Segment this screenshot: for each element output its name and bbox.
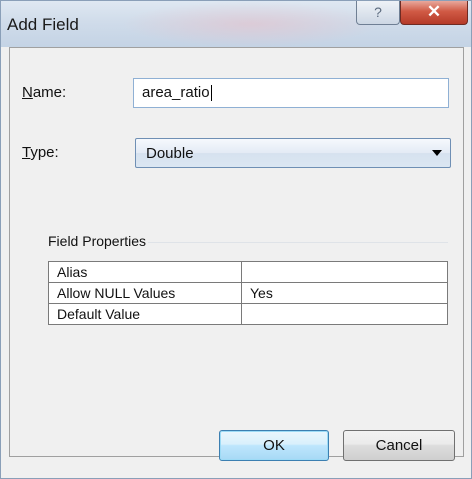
property-key: Allow NULL Values — [48, 282, 242, 304]
close-icon: ✕ — [426, 2, 442, 21]
help-button[interactable]: ? — [356, 1, 400, 25]
add-field-dialog: Add Field ? ✕ Name: area_ratio Type: Dou… — [0, 0, 472, 479]
type-label-text: ype: — [30, 144, 59, 161]
title-bar[interactable]: Add Field ? ✕ — [1, 1, 471, 47]
dialog-title: Add Field — [7, 15, 79, 34]
name-input-value: area_ratio — [142, 84, 210, 101]
type-dropdown[interactable]: Double — [135, 138, 451, 168]
name-label-mnemonic: N — [22, 84, 33, 101]
name-input[interactable]: area_ratio — [133, 78, 449, 108]
property-value[interactable]: Yes — [241, 282, 448, 304]
property-key: Default Value — [48, 303, 242, 325]
field-properties-title: Field Properties — [48, 233, 147, 249]
cancel-button[interactable]: Cancel — [343, 430, 455, 461]
field-properties-divider — [148, 242, 448, 243]
table-row: Default Value — [48, 303, 448, 325]
help-icon: ? — [374, 4, 382, 20]
name-label-text: ame: — [32, 84, 67, 101]
dialog-body: Name: area_ratio Type: Double Field Prop… — [9, 47, 464, 457]
property-key: Alias — [48, 261, 242, 283]
ok-button[interactable]: OK — [219, 430, 329, 461]
table-row: Alias — [48, 261, 448, 283]
field-properties-table: Alias Allow NULL Values Yes Default Valu… — [48, 261, 448, 325]
type-selected-value: Double — [146, 145, 194, 162]
type-label: Type: — [22, 144, 59, 161]
property-value[interactable] — [241, 261, 448, 283]
name-label: Name: — [22, 84, 66, 101]
table-row: Allow NULL Values Yes — [48, 282, 448, 304]
close-button[interactable]: ✕ — [400, 1, 468, 25]
text-caret — [210, 85, 212, 102]
property-value[interactable] — [241, 303, 448, 325]
dropdown-arrow-icon[interactable] — [432, 150, 442, 156]
